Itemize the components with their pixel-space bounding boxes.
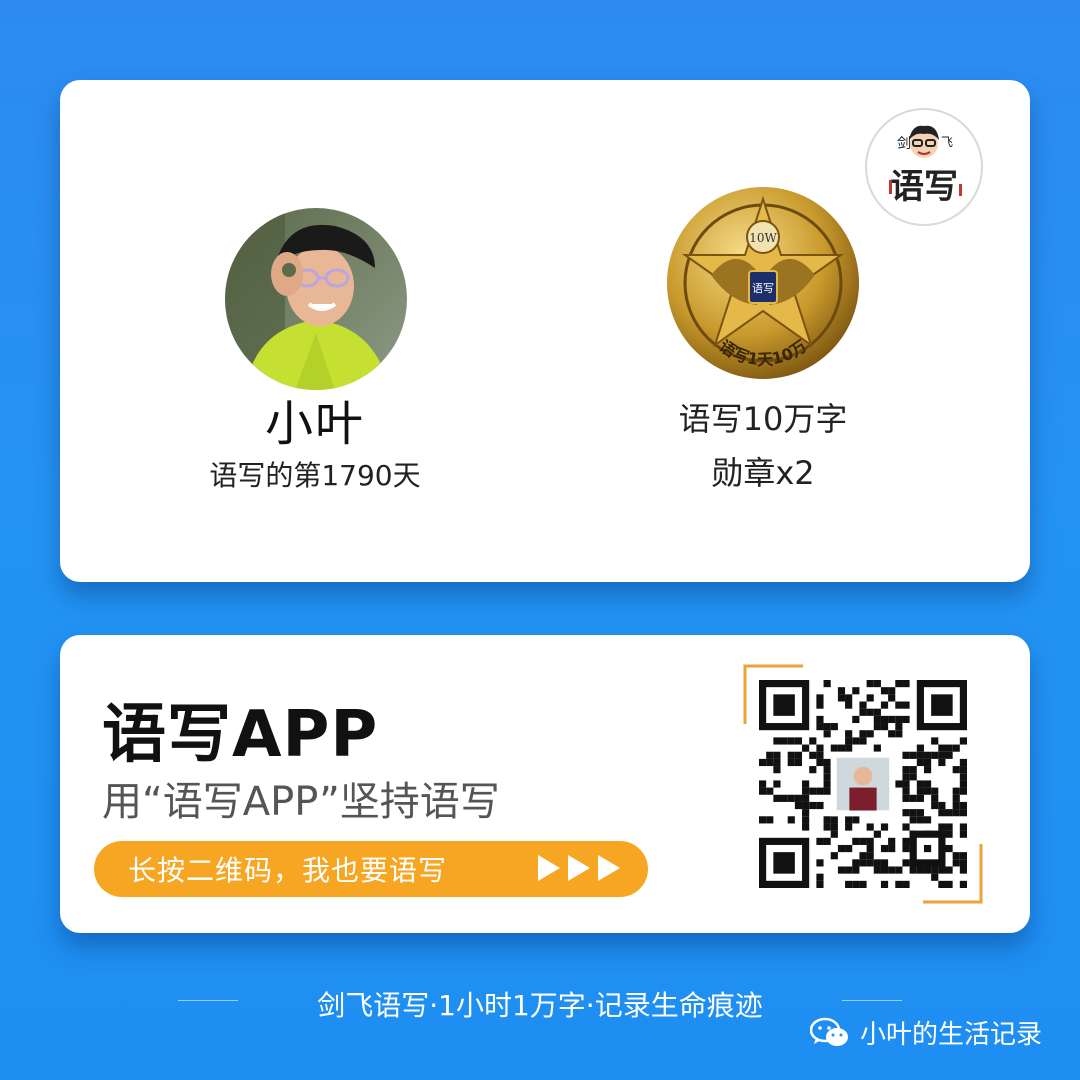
footer-divider-left (178, 1000, 238, 1001)
user-name: 小叶 (264, 396, 365, 452)
qr-code[interactable] (743, 664, 983, 904)
user-avatar (225, 208, 407, 390)
wechat-account[interactable]: 小叶的生活记录 (810, 1014, 1042, 1051)
svg-text:语写: 语写 (752, 282, 774, 295)
jianfei-yuxie-logo-icon: 剑 飞 语写 (865, 108, 983, 226)
app-name: 语写APP (102, 698, 379, 772)
svg-text:剑: 剑 (897, 136, 911, 152)
medal-count: 勋章x2 (711, 454, 815, 492)
svg-text:10W: 10W (749, 231, 777, 245)
footer-divider-right (842, 1000, 902, 1001)
app-slogan: 用“语写APP”坚持语写 (102, 779, 500, 825)
wechat-icon (810, 1017, 848, 1046)
footer-tagline: 剑飞语写·1小时1万字·记录生命痕迹 (317, 989, 763, 1022)
writing-days-count: 语写的第1790天 (209, 459, 421, 492)
app-promo-card: 语写APP 用“语写APP”坚持语写 长按二维码，我也要语写 (60, 635, 1030, 933)
cta-label: 长按二维码，我也要语写 (128, 854, 448, 887)
profile-card: 剑 飞 语写 小叶 语写的第1790天 10W 语写 语写1天10万 语写10万… (60, 80, 1030, 582)
long-press-cta-button[interactable]: 长按二维码，我也要语写 (94, 841, 648, 897)
triple-play-arrow-icon (538, 855, 620, 881)
svg-text:语写: 语写 (890, 167, 958, 207)
wechat-account-name: 小叶的生活记录 (860, 1020, 1043, 1050)
svg-text:飞: 飞 (941, 135, 953, 149)
medal-10w-badge-icon: 10W 语写 语写1天10万 (665, 185, 861, 381)
medal-title: 语写10万字 (678, 400, 848, 438)
